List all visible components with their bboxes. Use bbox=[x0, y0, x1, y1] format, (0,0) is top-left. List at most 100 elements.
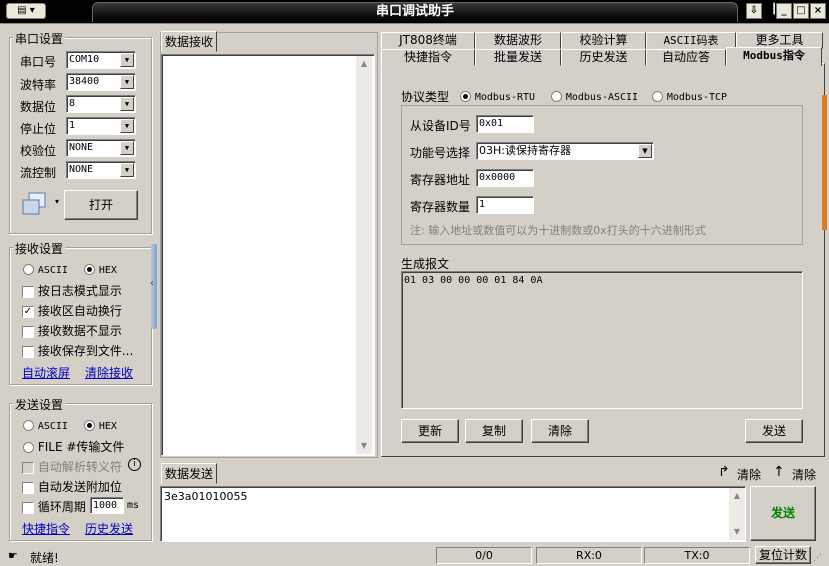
recv-ascii-radio[interactable]: ASCII bbox=[23, 262, 68, 276]
port-label: 串口号 bbox=[20, 55, 57, 69]
send-scrollbar[interactable]: ▲ ▼ bbox=[729, 488, 745, 540]
history-link[interactable]: 历史发送 bbox=[85, 520, 133, 537]
reg-addr-label: 寄存器地址 bbox=[410, 173, 471, 187]
radio-selected-icon bbox=[460, 91, 471, 102]
auto-escape-checkbox[interactable]: 自动解析转义符 bbox=[22, 458, 122, 475]
generated-frame-label: 生成报文 bbox=[401, 257, 450, 271]
recv-textarea[interactable] bbox=[161, 54, 375, 456]
input-note: 注: 输入地址或数值可以为十进制数或0x打头的十六进制形式 bbox=[410, 224, 706, 237]
protocol-rtu-radio[interactable]: Modbus-RTU bbox=[460, 89, 535, 103]
scroll-down-icon[interactable]: ▼ bbox=[729, 524, 745, 540]
clear-frame-button[interactable]: 清除 bbox=[531, 419, 589, 443]
status-tx: TX:0 bbox=[644, 547, 750, 564]
system-menu-button[interactable]: ▤ ▾ bbox=[6, 3, 46, 19]
reg-addr-input[interactable]: 0x0000 bbox=[476, 169, 534, 187]
stopbits-select[interactable]: 1 ▼ bbox=[66, 117, 136, 135]
tab-jt808[interactable]: JT808终端 bbox=[381, 32, 475, 49]
tab-waveform[interactable]: 数据波形 bbox=[475, 32, 561, 49]
chevron-down-icon: ▼ bbox=[120, 119, 134, 133]
recv-hex-radio[interactable]: HEX bbox=[84, 262, 117, 276]
open-port-button[interactable]: 打开 bbox=[64, 190, 138, 220]
checkbox-icon bbox=[22, 461, 34, 474]
copy-button[interactable]: 复制 bbox=[465, 419, 523, 443]
slave-id-input[interactable]: 0x01 bbox=[476, 115, 534, 133]
send-area-tab[interactable]: 数据发送 bbox=[161, 463, 218, 484]
radio-icon bbox=[23, 264, 34, 275]
modbus-send-button[interactable]: 发送 bbox=[745, 419, 803, 443]
restore-icon[interactable]: ⇩ bbox=[746, 3, 762, 19]
radio-icon bbox=[652, 91, 663, 102]
refresh-button[interactable]: 更新 bbox=[401, 419, 459, 443]
port-select[interactable]: COM10 ▼ bbox=[66, 51, 136, 69]
port-list-icon[interactable] bbox=[20, 190, 50, 220]
generated-frame-box[interactable]: 01 03 00 00 00 01 84 0A bbox=[401, 271, 803, 409]
checkbox-icon bbox=[22, 325, 34, 338]
parity-select[interactable]: NONE ▼ bbox=[66, 139, 136, 157]
send-textarea[interactable]: 3e3a01010055 bbox=[160, 486, 746, 542]
auto-scroll-link[interactable]: 自动滚屏 bbox=[22, 364, 70, 381]
clear-up-icon[interactable]: ↑ bbox=[773, 465, 785, 479]
recv-option-save[interactable]: 接收保存到文件... bbox=[22, 342, 133, 359]
send-button[interactable]: 发送 bbox=[750, 486, 816, 541]
protocol-ascii-radio[interactable]: Modbus-ASCII bbox=[551, 89, 638, 103]
send-hex-radio[interactable]: HEX bbox=[84, 418, 117, 432]
send-ascii-radio[interactable]: ASCII bbox=[23, 418, 68, 432]
loop-unit: ms bbox=[127, 500, 140, 511]
scroll-up-icon[interactable]: ▲ bbox=[729, 488, 745, 504]
resize-grip-icon[interactable]: ⋰ bbox=[813, 553, 822, 563]
reg-count-input[interactable]: 1 bbox=[476, 196, 534, 214]
tab-batch-send[interactable]: 批量发送 bbox=[475, 49, 561, 66]
chevron-down-icon: ▼ bbox=[120, 163, 134, 177]
collapse-arrow-icon[interactable]: ‹ bbox=[150, 278, 154, 289]
tab-auto-reply[interactable]: 自动应答 bbox=[646, 49, 726, 66]
recv-option-hide[interactable]: 接收数据不显示 bbox=[22, 322, 122, 339]
checkbox-icon bbox=[22, 345, 34, 358]
chevron-down-icon: ▼ bbox=[120, 75, 134, 89]
quick-cmd-link[interactable]: 快捷指令 bbox=[22, 520, 70, 537]
scroll-up-icon[interactable]: ▲ bbox=[356, 56, 372, 72]
reset-count-button[interactable]: 复位计数 bbox=[755, 546, 811, 564]
flowcontrol-select[interactable]: NONE ▼ bbox=[66, 161, 136, 179]
radio-icon bbox=[551, 91, 562, 102]
slave-id-label: 从设备ID号 bbox=[410, 119, 471, 133]
baud-select[interactable]: 38400 ▼ bbox=[66, 73, 136, 91]
recv-area-tab[interactable]: 数据接收 bbox=[161, 31, 218, 52]
tab-checksum[interactable]: 校验计算 bbox=[561, 32, 646, 49]
protocol-label: 协议类型 bbox=[401, 90, 450, 104]
info-icon[interactable]: i bbox=[128, 458, 141, 471]
loop-checkbox[interactable]: 循环周期 bbox=[22, 498, 86, 515]
recv-scrollbar[interactable]: ▲ ▼ bbox=[356, 56, 372, 454]
loop-period-input[interactable]: 1000 bbox=[90, 497, 124, 514]
clear-receive-link[interactable]: 清除接收 bbox=[85, 364, 133, 381]
clear-send-button[interactable]: 清除 bbox=[737, 466, 761, 483]
status-rx: RX:0 bbox=[536, 547, 642, 564]
protocol-tcp-radio[interactable]: Modbus-TCP bbox=[652, 89, 727, 103]
chevron-down-icon: ▼ bbox=[120, 141, 134, 155]
tab-history-send[interactable]: 历史发送 bbox=[561, 49, 646, 66]
checkbox-icon bbox=[22, 501, 34, 514]
tab-quick-cmd[interactable]: 快捷指令 bbox=[381, 49, 475, 66]
parity-label: 校验位 bbox=[20, 144, 57, 158]
close-button[interactable]: × bbox=[810, 3, 826, 19]
function-select[interactable]: 03H:读保持寄存器 ▼ bbox=[476, 142, 654, 160]
databits-select[interactable]: 8 ▼ bbox=[66, 95, 136, 113]
window-title: 串口调试助手 bbox=[375, 4, 454, 19]
minimize-button[interactable]: _ bbox=[776, 3, 792, 19]
dropdown-arrow-icon[interactable]: ▾ bbox=[55, 197, 59, 206]
side-scroll-indicator bbox=[822, 95, 827, 230]
recv-option-wrap[interactable]: ✓ 接收区自动换行 bbox=[22, 302, 122, 319]
recv-option-log[interactable]: 按日志模式显示 bbox=[22, 282, 122, 299]
baud-label: 波特率 bbox=[20, 78, 57, 92]
clear-arrow-icon[interactable]: ↱ bbox=[718, 465, 730, 479]
send-file-radio[interactable]: FILE #传输文件 bbox=[23, 438, 124, 455]
tab-modbus[interactable]: Modbus指令 bbox=[726, 47, 822, 66]
tab-ascii-table[interactable]: ASCII码表 bbox=[646, 32, 736, 49]
status-count: 0/0 bbox=[436, 547, 532, 564]
maximize-button[interactable]: □ bbox=[793, 3, 809, 19]
clear-all-button[interactable]: 清除 bbox=[792, 466, 816, 483]
chevron-down-icon: ▼ bbox=[638, 144, 652, 158]
scroll-down-icon[interactable]: ▼ bbox=[356, 438, 372, 454]
checkbox-icon bbox=[22, 481, 34, 494]
checkbox-icon bbox=[22, 285, 34, 298]
auto-append-checkbox[interactable]: 自动发送附加位 bbox=[22, 478, 122, 495]
